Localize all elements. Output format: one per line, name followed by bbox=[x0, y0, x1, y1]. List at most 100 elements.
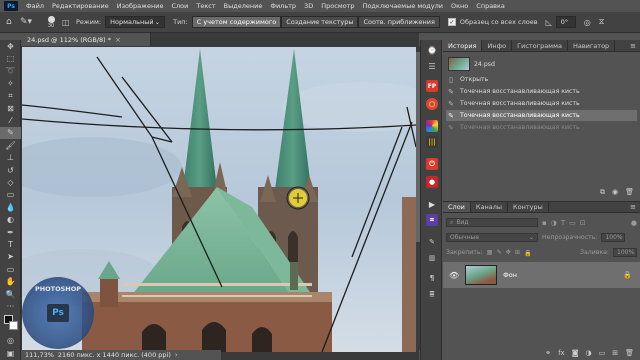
filter-adjust-icon[interactable]: ◑ bbox=[551, 219, 557, 227]
type-proximity-button[interactable]: Соотв. приближения bbox=[358, 16, 440, 28]
menu-3d[interactable]: 3D bbox=[300, 2, 317, 10]
plugin-red-icon[interactable]: ● bbox=[426, 176, 438, 188]
pen-tool-icon[interactable]: ✒ bbox=[0, 226, 21, 238]
lock-move-icon[interactable]: ✥ bbox=[506, 249, 511, 256]
rectangle-tool-icon[interactable]: ▭ bbox=[0, 263, 21, 275]
properties-panel-icon[interactable]: ☰ bbox=[426, 60, 438, 72]
new-layer-icon[interactable]: ⊞ bbox=[612, 349, 618, 357]
color-swatches-icon[interactable] bbox=[0, 313, 21, 335]
lock-artboard-icon[interactable]: ⊞ bbox=[515, 249, 520, 256]
screen-mode-icon[interactable]: ▣ bbox=[0, 347, 21, 359]
brush-settings-icon[interactable]: ◫ bbox=[62, 18, 72, 27]
history-item-dimmed[interactable]: ✎ Точечная восстанавливающая кисть bbox=[446, 122, 637, 133]
type-content-aware-button[interactable]: С учетом содержимого bbox=[191, 16, 282, 28]
layer-row[interactable]: 👁 Фон 🔒 bbox=[443, 262, 640, 288]
marquee-tool-icon[interactable]: ⬚ bbox=[0, 52, 21, 64]
move-tool-icon[interactable]: ✥ bbox=[0, 40, 21, 52]
mode-select[interactable]: Нормальный ⌄ bbox=[105, 16, 166, 28]
bars-plugin-icon[interactable]: ||| bbox=[426, 136, 438, 148]
new-snapshot-icon[interactable]: ◉ bbox=[612, 188, 618, 196]
power-plugin-icon[interactable]: ⏻ bbox=[426, 158, 438, 170]
brush-size-picker[interactable]: 30 bbox=[44, 15, 58, 29]
panel-menu-icon[interactable]: ≡ bbox=[630, 40, 640, 51]
quick-mask-icon[interactable]: ◎ bbox=[0, 335, 21, 347]
trash-icon[interactable]: 🗑 bbox=[625, 349, 634, 357]
history-item[interactable]: ✎ Точечная восстанавливающая кисть bbox=[446, 98, 637, 109]
close-tab-icon[interactable]: × bbox=[115, 36, 121, 44]
add-mask-icon[interactable]: ◙ bbox=[572, 349, 579, 357]
eye-icon[interactable]: 👁 bbox=[449, 271, 459, 280]
lock-pixels-icon[interactable]: ▦ bbox=[487, 249, 493, 256]
document-tab[interactable]: 24.psd @ 112% (RGB/8) * × bbox=[21, 33, 151, 46]
history-snapshot[interactable]: 24.psd bbox=[446, 56, 637, 72]
zoom-level[interactable]: 111,73% bbox=[25, 351, 54, 359]
brush-tool-icon[interactable]: 🖌 bbox=[0, 139, 21, 151]
history-item-selected[interactable]: ✎ Точечная восстанавливающая кисть bbox=[446, 110, 637, 121]
layer-style-icon[interactable]: fx bbox=[558, 349, 565, 357]
history-brush-tool-icon[interactable]: ↺ bbox=[0, 164, 21, 176]
history-item[interactable]: ✎ Точечная восстанавливающая кисть bbox=[446, 86, 637, 97]
eraser-tool-icon[interactable]: ◇ bbox=[0, 176, 21, 188]
layer-filter-select[interactable]: ⌕ Вид bbox=[446, 218, 538, 227]
plugin-purple-icon[interactable]: ⌗ bbox=[426, 214, 438, 226]
menu-type[interactable]: Текст bbox=[192, 2, 219, 10]
swatches-icon[interactable]: ≣ bbox=[426, 288, 438, 300]
type-texture-button[interactable]: Создание текстуры bbox=[281, 16, 359, 28]
clone-stamp-tool-icon[interactable]: ⊥ bbox=[0, 152, 21, 164]
canvas[interactable]: PHOTOSHOP Ps bbox=[22, 47, 416, 352]
lasso-tool-icon[interactable]: ➰ bbox=[0, 65, 21, 77]
libraries-icon[interactable]: ▥ bbox=[426, 252, 438, 264]
menu-edit[interactable]: Редактирование bbox=[48, 2, 113, 10]
new-group-icon[interactable]: ▭ bbox=[599, 349, 606, 357]
menu-help[interactable]: Справка bbox=[472, 2, 509, 10]
lock-all-icon[interactable]: 🔒 bbox=[524, 249, 532, 257]
link-layers-icon[interactable]: ⚭ bbox=[545, 349, 551, 357]
hand-tool-icon[interactable]: ✋ bbox=[0, 275, 21, 287]
adjustment-layer-icon[interactable]: ◑ bbox=[586, 349, 592, 357]
zoom-tool-icon[interactable]: 🔍 bbox=[0, 288, 21, 300]
more-tools-icon[interactable]: ··· bbox=[0, 300, 21, 312]
blur-tool-icon[interactable]: 💧 bbox=[0, 201, 21, 213]
tab-navigator[interactable]: Навигатор bbox=[568, 40, 616, 51]
menu-window[interactable]: Окно bbox=[447, 2, 472, 10]
menu-select[interactable]: Выделение bbox=[220, 2, 267, 10]
history-item[interactable]: ▯ Открыть bbox=[446, 74, 637, 85]
chevron-right-icon[interactable]: › bbox=[175, 351, 178, 359]
quick-select-tool-icon[interactable]: ✧ bbox=[0, 77, 21, 89]
crop-tool-icon[interactable]: ⌗ bbox=[0, 90, 21, 102]
filter-pixel-icon[interactable]: ▪ bbox=[542, 219, 547, 227]
menu-plugins[interactable]: Подключаемые модули bbox=[359, 2, 447, 10]
trash-icon[interactable]: 🗑 bbox=[625, 188, 634, 196]
angle-input[interactable]: 0° bbox=[555, 16, 576, 28]
actions-play-icon[interactable]: ▶ bbox=[426, 198, 438, 210]
fill-input[interactable]: 100% bbox=[613, 248, 637, 257]
home-icon[interactable]: ⌂ bbox=[6, 17, 16, 27]
spot-healing-brush-tool-icon[interactable]: ✎ bbox=[0, 126, 21, 140]
type-tool-icon[interactable]: T bbox=[0, 238, 21, 250]
fp-plugin-icon[interactable]: FP bbox=[426, 80, 438, 92]
frame-tool-icon[interactable]: ⊠ bbox=[0, 102, 21, 114]
plugin-circle-icon[interactable]: ○ bbox=[426, 98, 438, 110]
filter-shape-icon[interactable]: ▭ bbox=[569, 219, 576, 227]
menu-view[interactable]: Просмотр bbox=[317, 2, 358, 10]
symmetry-icon[interactable]: ⧖ bbox=[599, 17, 605, 27]
eyedropper-tool-icon[interactable]: ⁄ bbox=[0, 114, 21, 126]
panel-menu-icon[interactable]: ≡ bbox=[630, 202, 640, 212]
opacity-input[interactable]: 100% bbox=[601, 233, 626, 242]
filter-type-icon[interactable]: T bbox=[561, 219, 565, 227]
color-wheel-plugin-icon[interactable] bbox=[426, 120, 438, 132]
sample-all-layers-checkbox[interactable]: ✓ bbox=[447, 18, 456, 26]
blend-mode-select[interactable]: Обычные ⌄ bbox=[446, 233, 538, 242]
tab-histogram[interactable]: Гистограмма bbox=[512, 40, 568, 51]
dodge-tool-icon[interactable]: ◐ bbox=[0, 213, 21, 225]
pressure-size-icon[interactable]: ◎ bbox=[584, 18, 591, 27]
menu-image[interactable]: Изображение bbox=[113, 2, 168, 10]
menu-filter[interactable]: Фильтр bbox=[266, 2, 300, 10]
tab-history[interactable]: История bbox=[443, 40, 483, 51]
adjustments-icon[interactable]: ✎ bbox=[426, 236, 438, 248]
new-document-from-state-icon[interactable]: ⧉ bbox=[600, 188, 605, 197]
paragraph-icon[interactable]: ¶ bbox=[426, 272, 438, 284]
lock-paint-icon[interactable]: ✎ bbox=[497, 249, 502, 256]
tab-channels[interactable]: Каналы bbox=[471, 202, 509, 212]
tab-info[interactable]: Инфо bbox=[482, 40, 513, 51]
